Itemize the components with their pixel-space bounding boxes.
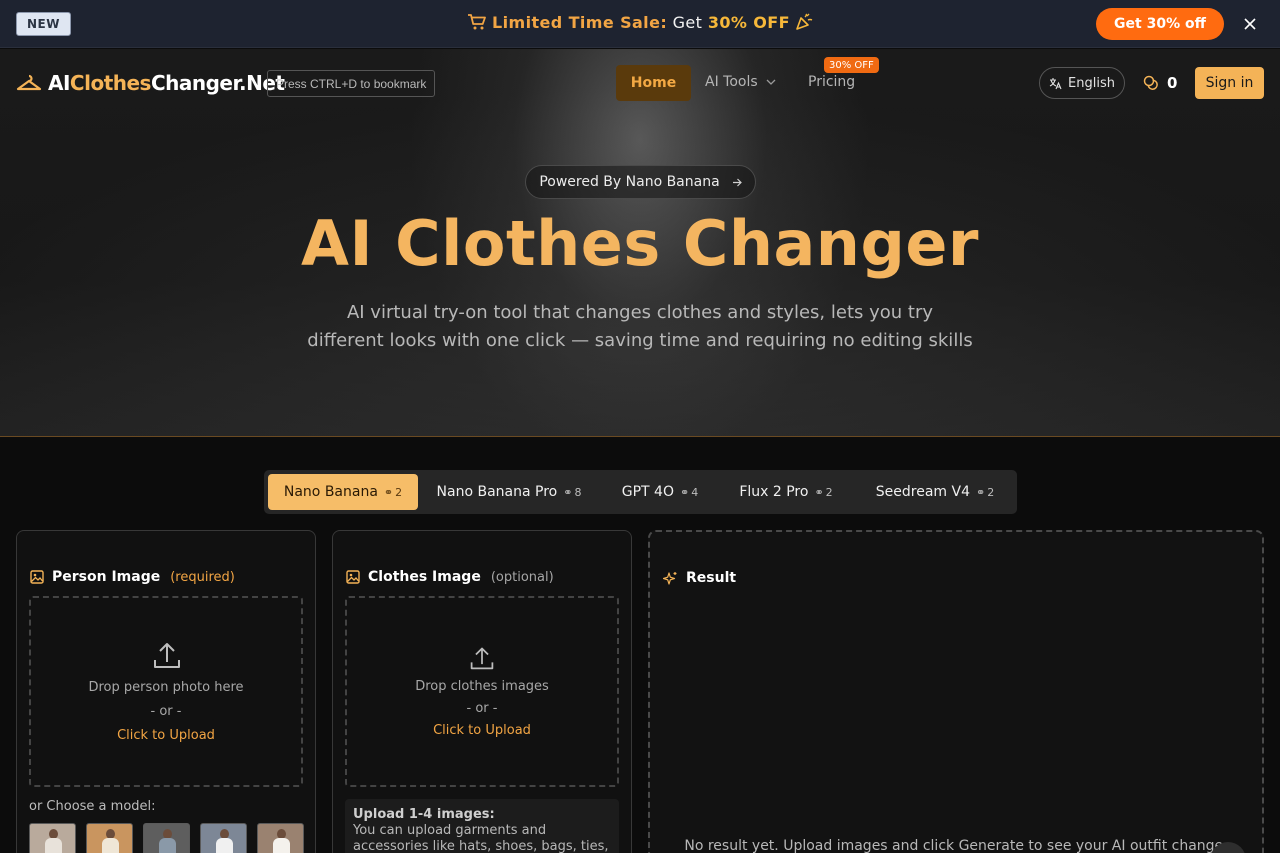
arrow-right-icon	[732, 178, 742, 186]
sale-label: Limited Time Sale:	[492, 13, 668, 32]
tab-label: Seedream V4	[875, 484, 970, 500]
tab-cost: ⚭ 2	[383, 485, 403, 499]
site-logo[interactable]: AIClothesChanger.Net	[16, 70, 285, 96]
clothes-upload-link[interactable]: Click to Upload	[347, 723, 617, 738]
close-promo-button[interactable]	[1240, 14, 1260, 34]
translate-icon	[1049, 77, 1062, 89]
clothes-image-panel: Clothes Image (optional) Drop clothes im…	[332, 530, 632, 853]
nav-pricing[interactable]: Pricing	[808, 74, 855, 90]
pricing-discount-badge: 30% OFF	[824, 57, 879, 73]
model-figure	[216, 838, 233, 853]
model-thumbnail[interactable]	[29, 823, 76, 853]
tab-label: GPT 4O	[621, 484, 674, 500]
language-selector[interactable]: English	[1039, 67, 1125, 99]
close-icon	[1244, 18, 1256, 30]
tab-nano-banana-pro[interactable]: Nano Banana Pro ⚭ 8	[426, 474, 592, 510]
nav-ai-tools[interactable]: AI Tools	[705, 74, 776, 90]
tab-cost: ⚭ 4	[680, 485, 699, 499]
result-empty-message: No result yet. Upload images and click G…	[684, 838, 1228, 853]
person-panel-header: Person Image (required)	[30, 569, 235, 585]
nav-ai-tools-label: AI Tools	[705, 74, 758, 90]
image-icon	[30, 570, 44, 584]
sign-in-button[interactable]: Sign in	[1195, 67, 1264, 99]
model-figure	[273, 838, 290, 853]
model-tabs: Nano Banana ⚭ 2 Nano Banana Pro ⚭ 8 GPT 4O…	[264, 470, 1017, 514]
person-upload-link[interactable]: Click to Upload	[31, 728, 301, 743]
upload-info-box: Upload 1-4 images: You can upload garmen…	[345, 799, 619, 853]
promo-bar: NEW Limited Time Sale: Get 30% OFF Get 3…	[0, 0, 1280, 48]
image-icon	[346, 570, 360, 584]
model-thumbnail[interactable]	[257, 823, 304, 853]
tab-label: Nano Banana Pro	[436, 484, 558, 500]
nav-home[interactable]: Home	[616, 65, 691, 101]
off-label: 30% OFF	[707, 13, 790, 32]
page-title: AI Clothes Changer	[301, 207, 979, 280]
upload-info-title: Upload 1-4 images:	[353, 807, 495, 822]
coins-icon: ⚭	[976, 485, 986, 499]
logo-text: AIClothesChanger.Net	[48, 71, 285, 95]
coins-icon: ⚭	[680, 485, 690, 499]
tab-cost: ⚭ 8	[563, 485, 582, 499]
sparkles-icon	[663, 571, 677, 585]
powered-by-link[interactable]: Powered By Nano Banana	[525, 165, 756, 199]
cart-icon	[467, 14, 486, 30]
clothes-panel-title: Clothes Image	[368, 569, 481, 585]
tab-flux-2-pro[interactable]: Flux 2 Pro ⚭ 2	[730, 474, 842, 510]
powered-by-label: Powered By Nano Banana	[539, 174, 720, 190]
upload-icon	[154, 643, 180, 668]
model-thumbnail[interactable]	[143, 823, 190, 853]
person-dropzone[interactable]: Drop person photo here - or - Click to U…	[29, 596, 303, 787]
tab-seedream-v4[interactable]: Seedream V4 ⚭ 2	[860, 474, 1010, 510]
model-thumbnails	[29, 823, 304, 853]
required-label: (required)	[170, 569, 235, 585]
tab-label: Nano Banana	[283, 484, 378, 500]
or-divider: - or -	[466, 701, 498, 716]
hero-subtitle-line-2: different looks with one click — saving …	[307, 330, 973, 351]
result-title: Result	[686, 570, 737, 586]
clothes-panel-header: Clothes Image (optional)	[346, 569, 554, 585]
chevron-down-icon	[766, 79, 776, 85]
upload-info-line-1: You can upload garments and	[353, 823, 547, 838]
coins-icon: ⚭	[383, 485, 394, 499]
language-label: English	[1068, 75, 1115, 91]
optional-label: (optional)	[490, 569, 554, 585]
promo-message: Limited Time Sale: Get 30% OFF	[0, 13, 1280, 32]
model-figure	[102, 838, 119, 853]
hanger-icon	[16, 74, 42, 91]
upload-info-line-2: accessories like hats, shoes, bags, ties…	[353, 839, 609, 853]
choose-model-label: or Choose a model:	[29, 799, 156, 814]
clothes-dropzone[interactable]: Drop clothes images - or - Click to Uplo…	[345, 596, 619, 787]
person-image-panel: Person Image (required) Drop person phot…	[16, 530, 316, 853]
coins-icon: ⚭	[563, 485, 573, 499]
upload-icon	[470, 647, 494, 670]
model-thumbnail[interactable]	[200, 823, 247, 853]
tab-cost: ⚭ 2	[976, 485, 995, 499]
result-header: Result	[663, 570, 736, 586]
model-thumbnail[interactable]	[86, 823, 133, 853]
coins-icon	[1143, 75, 1158, 90]
person-panel-title: Person Image	[52, 569, 161, 585]
hero-subtitle-line-1: AI virtual try-on tool that changes clot…	[346, 302, 934, 323]
bookmark-hint: Press CTRL+D to bookmark	[267, 70, 436, 97]
model-figure	[45, 838, 62, 853]
hero-subtitle: AI virtual try-on tool that changes clot…	[300, 299, 980, 355]
credits-value: 0	[1167, 74, 1178, 92]
or-divider: - or -	[150, 704, 182, 719]
result-panel: Result No result yet. Upload images and …	[648, 530, 1264, 853]
tab-label: Flux 2 Pro	[739, 484, 809, 500]
party-popper-icon	[796, 13, 813, 30]
coins-icon: ⚭	[814, 485, 824, 499]
credits-counter: 0	[1143, 72, 1177, 94]
tab-cost: ⚭ 2	[814, 485, 833, 499]
model-figure	[159, 838, 176, 853]
get-30-off-button[interactable]: Get 30% off	[1096, 8, 1224, 40]
get-label: Get	[672, 13, 703, 32]
tab-nano-banana[interactable]: Nano Banana ⚭ 2	[268, 474, 418, 510]
tab-gpt-4o[interactable]: GPT 4O ⚭ 4	[610, 474, 710, 510]
person-drop-hint: Drop person photo here	[88, 680, 244, 695]
clothes-drop-hint: Drop clothes images	[415, 679, 549, 694]
